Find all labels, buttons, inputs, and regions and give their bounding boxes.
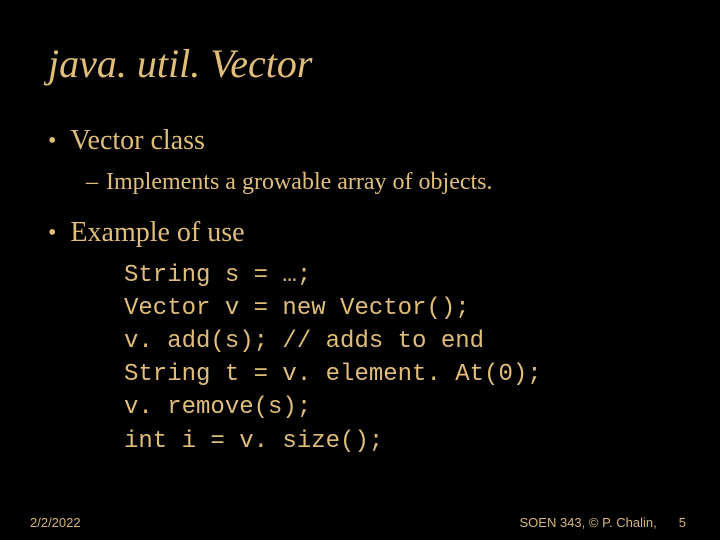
sub-bullet-text: Implements a growable array of objects. <box>106 167 493 198</box>
footer-date: 2/2/2022 <box>30 515 81 530</box>
slide-title: java. util. Vector <box>48 40 672 87</box>
footer: 2/2/2022 SOEN 343, © P. Chalin, 5 <box>0 515 720 530</box>
bullet-text: Vector class <box>70 123 205 159</box>
bullet-text: Example of use <box>70 215 244 251</box>
code-line: v. remove(s); <box>124 391 672 424</box>
footer-right: SOEN 343, © P. Chalin, 5 <box>520 515 686 530</box>
code-line: String s = …; <box>124 259 672 292</box>
footer-page: 5 <box>679 515 686 530</box>
code-line: v. add(s); // adds to end <box>124 325 672 358</box>
dash-icon: – <box>86 167 98 198</box>
code-line: String t = v. element. At(0); <box>124 358 672 391</box>
code-block: String s = …; Vector v = new Vector(); v… <box>124 259 672 458</box>
bullet-list: • Vector class – Implements a growable a… <box>48 123 672 458</box>
code-line: int i = v. size(); <box>124 425 672 458</box>
bullet-item-1: • Vector class <box>48 123 672 159</box>
slide: java. util. Vector • Vector class – Impl… <box>0 0 720 540</box>
bullet-item-2: • Example of use <box>48 215 672 251</box>
bullet-dot-icon: • <box>48 215 56 251</box>
sub-bullet-1: – Implements a growable array of objects… <box>86 167 672 198</box>
bullet-dot-icon: • <box>48 123 56 159</box>
code-line: Vector v = new Vector(); <box>124 292 672 325</box>
footer-credit: SOEN 343, © P. Chalin, <box>520 515 657 530</box>
